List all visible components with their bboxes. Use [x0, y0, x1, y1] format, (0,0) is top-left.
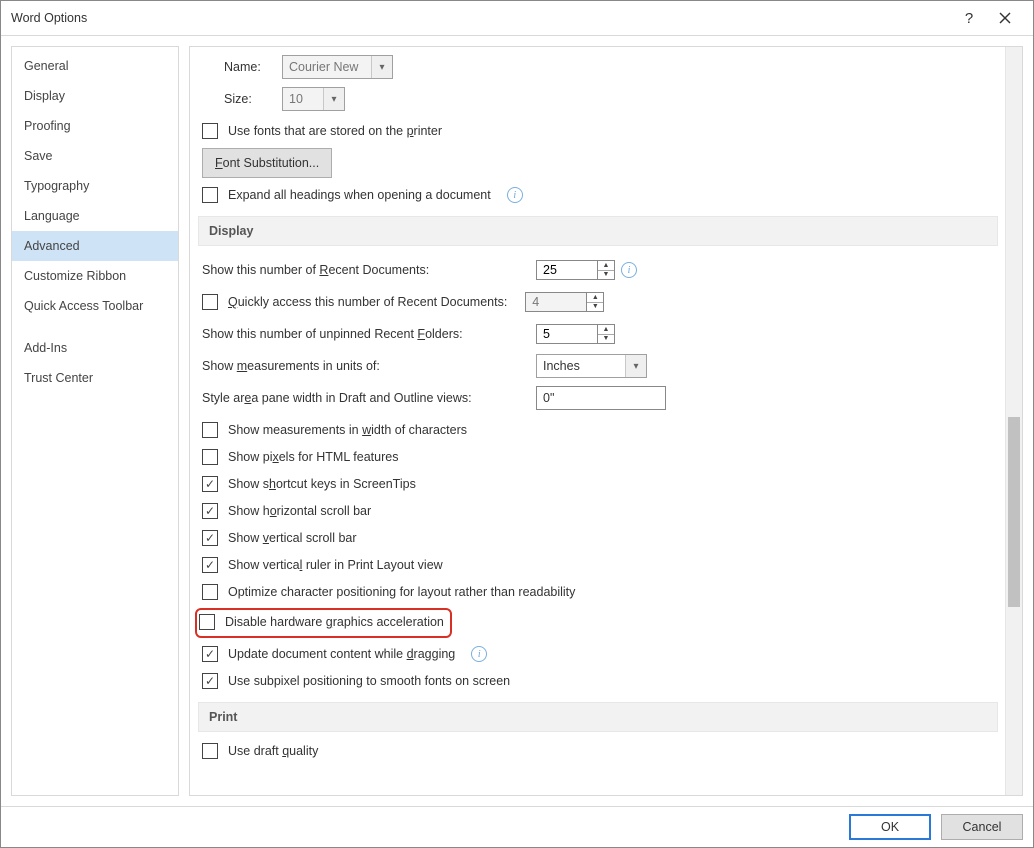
- checkbox-quick-access-label: Quickly access this number of Recent Doc…: [228, 295, 507, 309]
- sidebar-item-advanced[interactable]: Advanced: [12, 231, 178, 261]
- sidebar-item-save[interactable]: Save: [12, 141, 178, 171]
- chevron-down-icon: ▾: [371, 56, 392, 78]
- checkbox-disable-hardware-label: Disable hardware graphics acceleration: [225, 615, 444, 629]
- checkbox-optimize-positioning-label: Optimize character positioning for layou…: [228, 585, 575, 599]
- scrollbar-thumb[interactable]: [1008, 417, 1020, 607]
- sidebar-item-language[interactable]: Language: [12, 201, 178, 231]
- sidebar-item-typography[interactable]: Typography: [12, 171, 178, 201]
- titlebar: Word Options ?: [1, 1, 1033, 36]
- units-label: Show measurements in units of:: [202, 359, 536, 373]
- spinner-down[interactable]: ▼: [598, 335, 614, 344]
- checkbox-vscroll[interactable]: ✓: [202, 530, 218, 546]
- sidebar-item-proofing[interactable]: Proofing: [12, 111, 178, 141]
- close-icon: [999, 12, 1011, 24]
- unpinned-folders-spinner[interactable]: ▲▼: [536, 324, 615, 344]
- window-title: Word Options: [11, 11, 951, 25]
- checkbox-vruler[interactable]: ✓: [202, 557, 218, 573]
- sidebar-item-display[interactable]: Display: [12, 81, 178, 111]
- unpinned-folders-label: Show this number of unpinned Recent Fold…: [202, 327, 536, 341]
- section-header-print: Print: [198, 702, 998, 732]
- checkbox-hscroll[interactable]: ✓: [202, 503, 218, 519]
- close-button[interactable]: [987, 6, 1023, 30]
- ok-button[interactable]: OK: [849, 814, 931, 840]
- checkbox-width-chars[interactable]: [202, 422, 218, 438]
- font-name-label: Name:: [224, 60, 272, 74]
- scrollbar[interactable]: [1005, 47, 1022, 795]
- footer: OK Cancel: [1, 806, 1033, 847]
- help-button[interactable]: ?: [951, 6, 987, 30]
- cancel-button[interactable]: Cancel: [941, 814, 1023, 840]
- checkbox-width-chars-label: Show measurements in width of characters: [228, 423, 467, 437]
- recent-docs-spinner[interactable]: ▲▼: [536, 260, 615, 280]
- spinner-down: ▼: [587, 303, 603, 312]
- recent-docs-label: Show this number of Recent Documents:: [202, 263, 536, 277]
- checkbox-shortcut-keys-label: Show shortcut keys in ScreenTips: [228, 477, 416, 491]
- style-area-label: Style area pane width in Draft and Outli…: [202, 391, 536, 405]
- checkbox-expand-headings-label: Expand all headings when opening a docum…: [228, 188, 491, 202]
- chevron-down-icon: ▾: [323, 88, 344, 110]
- sidebar-item-quick-access-toolbar[interactable]: Quick Access Toolbar: [12, 291, 178, 321]
- sidebar-nav: General Display Proofing Save Typography…: [11, 46, 179, 796]
- checkbox-pixels-html[interactable]: [202, 449, 218, 465]
- info-icon[interactable]: i: [621, 262, 637, 278]
- units-combo[interactable]: Inches ▾: [536, 354, 647, 378]
- sidebar-item-customize-ribbon[interactable]: Customize Ribbon: [12, 261, 178, 291]
- checkbox-draft-quality[interactable]: [202, 743, 218, 759]
- checkbox-disable-hardware[interactable]: [199, 614, 215, 630]
- quick-access-spinner: ▲▼: [525, 292, 604, 312]
- checkbox-expand-headings[interactable]: [202, 187, 218, 203]
- checkbox-shortcut-keys[interactable]: ✓: [202, 476, 218, 492]
- checkbox-optimize-positioning[interactable]: [202, 584, 218, 600]
- checkbox-subpixel[interactable]: ✓: [202, 673, 218, 689]
- quick-access-input: [526, 293, 586, 311]
- spinner-up[interactable]: ▲: [598, 261, 614, 271]
- sidebar-item-trust-center[interactable]: Trust Center: [12, 363, 178, 393]
- main-panel: Name: Courier New ▾ Size: 10 ▾ Use fonts: [189, 46, 1023, 796]
- checkbox-printer-fonts-label: Use fonts that are stored on the printer: [228, 124, 442, 138]
- checkbox-update-dragging[interactable]: ✓: [202, 646, 218, 662]
- sidebar-item-general[interactable]: General: [12, 51, 178, 81]
- checkbox-subpixel-label: Use subpixel positioning to smooth fonts…: [228, 674, 510, 688]
- checkbox-pixels-html-label: Show pixels for HTML features: [228, 450, 398, 464]
- checkbox-draft-quality-label: Use draft quality: [228, 744, 318, 758]
- spinner-up[interactable]: ▲: [598, 325, 614, 335]
- font-size-label: Size:: [224, 92, 272, 106]
- recent-docs-input[interactable]: [537, 261, 597, 279]
- checkbox-vscroll-label: Show vertical scroll bar: [228, 531, 357, 545]
- unpinned-folders-input[interactable]: [537, 325, 597, 343]
- checkbox-update-dragging-label: Update document content while dragging: [228, 647, 455, 661]
- highlight-disable-hw: Disable hardware graphics acceleration: [195, 608, 452, 638]
- checkbox-printer-fonts[interactable]: [202, 123, 218, 139]
- chevron-down-icon: ▾: [625, 355, 646, 377]
- font-substitution-button[interactable]: Font Substitution...: [202, 148, 332, 178]
- font-name-combo: Courier New ▾: [282, 55, 393, 79]
- spinner-down[interactable]: ▼: [598, 271, 614, 280]
- checkbox-quick-access[interactable]: [202, 294, 218, 310]
- spinner-up: ▲: [587, 293, 603, 303]
- section-header-display: Display: [198, 216, 998, 246]
- info-icon[interactable]: i: [471, 646, 487, 662]
- style-area-input[interactable]: 0": [536, 386, 666, 410]
- checkbox-hscroll-label: Show horizontal scroll bar: [228, 504, 371, 518]
- font-size-combo: 10 ▾: [282, 87, 345, 111]
- sidebar-item-add-ins[interactable]: Add-Ins: [12, 333, 178, 363]
- info-icon[interactable]: i: [507, 187, 523, 203]
- checkbox-vruler-label: Show vertical ruler in Print Layout view: [228, 558, 443, 572]
